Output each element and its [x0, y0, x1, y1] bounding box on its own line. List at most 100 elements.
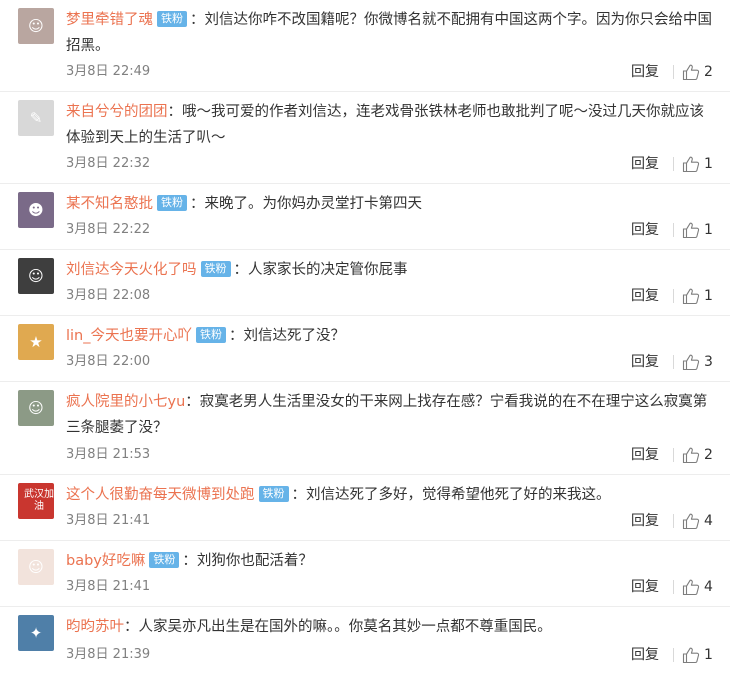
- thumbs-up-icon: [682, 354, 700, 371]
- comment-item: 武汉加油 这个人很勤奋每天微博到处跑 铁粉 ：刘信达死了多好，觉得希望他死了好的来我…: [0, 475, 730, 541]
- fan-badge[interactable]: 铁粉: [258, 486, 289, 502]
- action-divider: [673, 580, 674, 594]
- comment-username[interactable]: baby好吃嘛: [66, 553, 145, 569]
- like-count: 1: [704, 156, 713, 172]
- like-count: 1: [704, 647, 713, 663]
- user-avatar[interactable]: ★: [18, 324, 54, 360]
- comment-item: ✦ 昀昀苏叶：人家吴亦凡出生是在国外的嘛。。你莫名其妙一点都不尊重国民。 3月8…: [0, 607, 730, 674]
- like-button[interactable]: 4: [680, 578, 716, 596]
- comment-username[interactable]: 昀昀苏叶: [66, 619, 124, 635]
- fan-badge[interactable]: 铁粉: [196, 327, 226, 343]
- comment-time: 3月8日 21:39: [66, 647, 151, 662]
- comment-text: ：刘信达死了多好，觉得希望他死了好的来我这。: [291, 487, 611, 503]
- like-button[interactable]: 2: [680, 446, 716, 464]
- comment-time: 3月8日 22:32: [66, 156, 151, 171]
- reply-button[interactable]: 回复: [631, 287, 659, 305]
- user-avatar[interactable]: ☻: [18, 192, 54, 228]
- comment-username[interactable]: 某不知名憨批: [66, 196, 153, 212]
- user-avatar[interactable]: ☺: [18, 390, 54, 426]
- comment-body: lin_今天也要开心吖 铁粉 ：刘信达死了没？: [66, 323, 716, 349]
- comment-time: 3月8日 21:41: [66, 579, 151, 594]
- thumbs-up-icon: [682, 513, 700, 530]
- comment-body: 某不知名憨批 铁粉 ：来晚了。为你妈办灵堂打卡第四天: [66, 191, 716, 217]
- comment-item: ☺ baby好吃嘛 铁粉 ：刘狗你也配活着？ 3月8日 21:41 回复 4: [0, 541, 730, 607]
- comment-meta: 3月8日 21:53 回复 2: [66, 446, 716, 464]
- reply-button[interactable]: 回复: [631, 446, 659, 464]
- user-avatar[interactable]: ✎: [18, 100, 54, 136]
- comment-meta: 3月8日 22:22 回复 1: [66, 221, 716, 239]
- anime-avatar-icon: ★: [29, 333, 43, 351]
- thumbs-up-icon: [682, 156, 700, 173]
- fan-badge[interactable]: 铁粉: [157, 195, 187, 211]
- reply-button[interactable]: 回复: [631, 63, 659, 81]
- reply-button[interactable]: 回复: [631, 578, 659, 596]
- comment-username[interactable]: 刘信达今天火化了吗: [66, 262, 197, 278]
- action-divider: [673, 355, 674, 369]
- reply-button[interactable]: 回复: [631, 353, 659, 371]
- thumbs-up-icon: [682, 64, 700, 81]
- reply-button[interactable]: 回复: [631, 512, 659, 530]
- thumbs-up-icon: [682, 647, 700, 664]
- like-button[interactable]: 2: [680, 63, 716, 81]
- scene-avatar-icon: ✦: [29, 624, 43, 642]
- like-count: 2: [704, 64, 713, 80]
- like-count: 1: [704, 222, 713, 238]
- thumbs-up-icon: [682, 222, 700, 239]
- user-avatar[interactable]: 武汉加油: [18, 483, 54, 519]
- comment-username[interactable]: 梦里牵错了魂: [66, 12, 153, 28]
- comment-item: ★ lin_今天也要开心吖 铁粉 ：刘信达死了没？ 3月8日 22:00 回复 3: [0, 316, 730, 382]
- girl-avatar-icon: ☺: [28, 558, 44, 576]
- like-count: 1: [704, 288, 713, 304]
- like-button[interactable]: 1: [680, 646, 716, 664]
- like-count: 3: [704, 354, 713, 370]
- comment-meta: 3月8日 22:49 回复 2: [66, 63, 716, 81]
- user-avatar[interactable]: ☺: [18, 258, 54, 294]
- action-divider: [673, 223, 674, 237]
- comment-meta: 3月8日 21:41 回复 4: [66, 512, 716, 530]
- comment-body: 这个人很勤奋每天微博到处跑 铁粉 ：刘信达死了多好，觉得希望他死了好的来我这。: [66, 482, 716, 508]
- comment-item: ☺ 刘信达今天火化了吗 铁粉 ：人家家长的决定管你屁事 3月8日 22:08 回复 …: [0, 250, 730, 316]
- anime-avatar-icon: ☺: [28, 17, 44, 35]
- thumbs-up-icon: [682, 447, 700, 464]
- action-divider: [673, 448, 674, 462]
- comment-time: 3月8日 21:53: [66, 447, 151, 462]
- comment-text: ：来晚了。为你妈办灵堂打卡第四天: [190, 196, 422, 212]
- reply-button[interactable]: 回复: [631, 155, 659, 173]
- comment-body: 梦里牵错了魂 铁粉 ：刘信达你咋不改国籍呢？你微博名就不配拥有中国这两个字。因为你只…: [66, 7, 716, 59]
- comment-meta: 3月8日 22:32 回复 1: [66, 155, 716, 173]
- comment-username[interactable]: 疯人院里的小七yu: [66, 394, 185, 410]
- like-button[interactable]: 4: [680, 512, 716, 530]
- user-avatar[interactable]: ☺: [18, 8, 54, 44]
- comment-time: 3月8日 22:22: [66, 222, 151, 237]
- comment-time: 3月8日 21:41: [66, 513, 151, 528]
- poster-avatar-icon: 武汉加油: [24, 489, 54, 512]
- reply-button[interactable]: 回复: [631, 646, 659, 664]
- user-avatar[interactable]: ☺: [18, 549, 54, 585]
- comment-meta: 3月8日 22:08 回复 1: [66, 287, 716, 305]
- like-button[interactable]: 1: [680, 221, 716, 239]
- comment-username[interactable]: 这个人很勤奋每天微博到处跑: [66, 487, 255, 503]
- comment-username[interactable]: lin_今天也要开心吖: [66, 328, 192, 344]
- like-button[interactable]: 1: [680, 155, 716, 173]
- comment-meta: 3月8日 22:00 回复 3: [66, 353, 716, 371]
- comment-text: ：人家吴亦凡出生是在国外的嘛。。你莫名其妙一点都不尊重国民。: [124, 619, 552, 635]
- fan-badge[interactable]: 铁粉: [149, 552, 180, 568]
- comment-text: ：刘狗你也配活着？: [182, 553, 313, 569]
- comment-list: ☺ 梦里牵错了魂 铁粉 ：刘信达你咋不改国籍呢？你微博名就不配拥有中国这两个字。因为…: [0, 0, 730, 674]
- sketch-avatar-icon: ✎: [29, 109, 43, 127]
- comment-time: 3月8日 22:49: [66, 64, 151, 79]
- photo-avatar-icon: ☺: [28, 399, 44, 417]
- fan-badge[interactable]: 铁粉: [200, 261, 231, 277]
- comment-item: ✎ 来自兮兮的团团：哦～我可爱的作者刘信达，连老戏骨张铁林老师也敢批判了呢～没过…: [0, 92, 730, 184]
- anime-avatar-icon: ☻: [28, 201, 44, 219]
- comment-username[interactable]: 来自兮兮的团团: [66, 104, 168, 120]
- like-button[interactable]: 3: [680, 353, 716, 371]
- reply-button[interactable]: 回复: [631, 221, 659, 239]
- comment-time: 3月8日 22:00: [66, 354, 151, 369]
- action-divider: [673, 289, 674, 303]
- comment-item: ☺ 疯人院里的小七yu：寂寞老男人生活里没女的干来网上找存在感？宁看我说的在不在…: [0, 382, 730, 475]
- fan-badge[interactable]: 铁粉: [157, 11, 187, 27]
- like-button[interactable]: 1: [680, 287, 716, 305]
- user-avatar[interactable]: ✦: [18, 615, 54, 651]
- like-count: 4: [704, 513, 713, 529]
